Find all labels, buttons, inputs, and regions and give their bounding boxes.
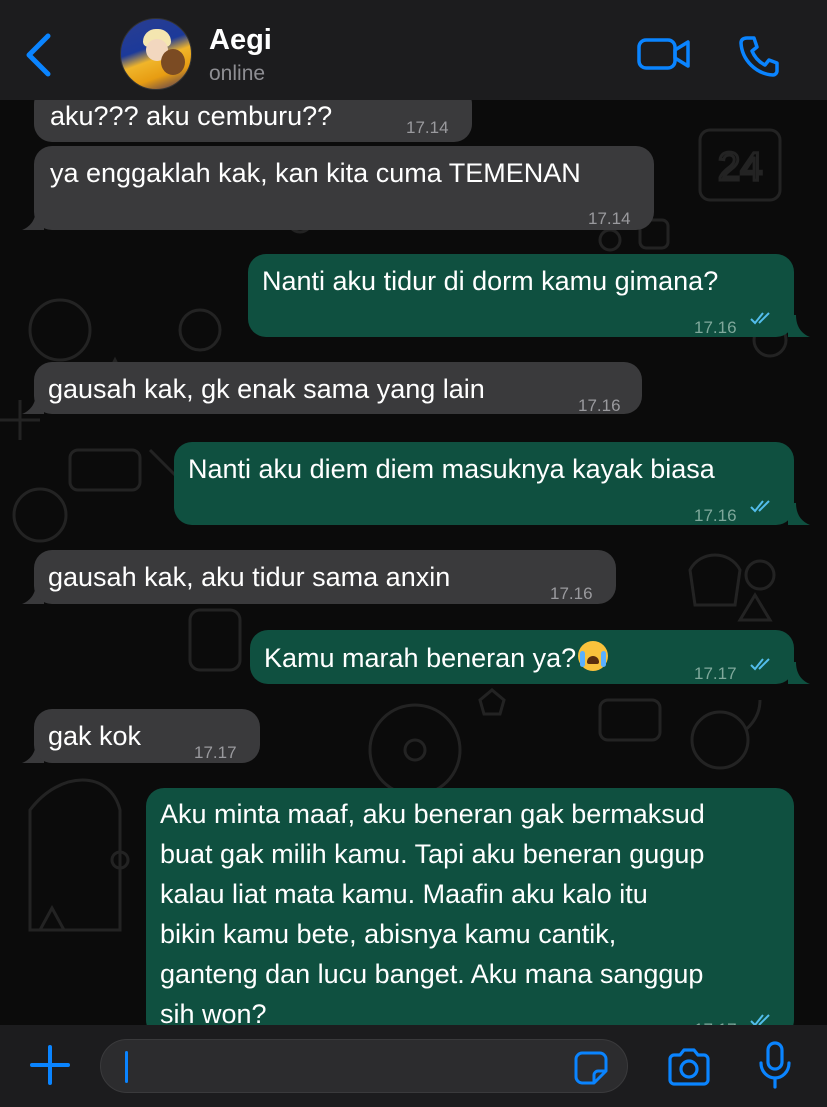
message-text-wrapper: Kamu marah beneran ya? (264, 638, 609, 678)
read-receipt-icon (750, 658, 770, 671)
message-line: ganteng dan lucu banget. Aku mana sanggu… (160, 959, 704, 989)
message-text: gausah kak, gk enak sama yang lain (48, 374, 485, 404)
message-time: 17.17 (194, 743, 237, 762)
video-camera-icon[interactable] (636, 34, 692, 74)
message-text: ya enggaklah kak, kan kita cuma TEMENAN (50, 158, 581, 188)
read-receipt-icon (750, 1014, 770, 1025)
message-bubble-outgoing[interactable]: Kamu marah beneran ya? 17.17 (250, 630, 794, 684)
message-text: Kamu marah beneran ya? (264, 643, 577, 673)
contact-status: online (209, 62, 266, 85)
text-caret (125, 1051, 128, 1083)
message-input[interactable] (100, 1039, 628, 1093)
camera-icon[interactable] (666, 1047, 712, 1087)
message-text: gausah kak, aku tidur sama anxin (48, 562, 451, 592)
message-line: Aku minta maaf, aku beneran gak bermaksu… (160, 799, 705, 829)
message-time: 17.17 (694, 664, 737, 683)
message-time: 17.14 (588, 209, 631, 228)
message-bubble-incoming[interactable]: aku??? aku cemburu?? 17.14 (34, 100, 472, 142)
message-text: Nanti aku diem diem masuknya kayak biasa (188, 454, 715, 484)
message-bubble-outgoing[interactable]: Nanti aku diem diem masuknya kayak biasa… (174, 442, 794, 525)
message-text: gak kok (48, 721, 142, 751)
message-line: bikin kamu bete, abisnya kamu cantik, (160, 919, 617, 949)
message-line: sih won? (160, 999, 267, 1025)
read-receipt-icon (750, 312, 770, 325)
message-bubble-outgoing[interactable]: Aku minta maaf, aku beneran gak bermaksu… (146, 788, 794, 1025)
sticker-icon[interactable] (574, 1051, 608, 1085)
message-composer (0, 1025, 827, 1107)
message-bubble-outgoing[interactable]: Nanti aku tidur di dorm kamu gimana? 17.… (248, 254, 794, 337)
message-time: 17.14 (406, 118, 449, 137)
message-bubble-incoming[interactable]: gausah kak, aku tidur sama anxin 17.16 (34, 550, 616, 604)
chat-area[interactable]: 24 aku??? aku cemburu?? 17.14 ya enggakl… (0, 100, 827, 1025)
message-line: kalau liat mata kamu. Maafin aku kalo it… (160, 879, 648, 909)
chat-header: Aegi online (0, 0, 827, 100)
contact-avatar[interactable] (120, 18, 192, 90)
plus-icon[interactable] (28, 1043, 72, 1087)
message-line: buat gak milih kamu. Tapi aku beneran gu… (160, 839, 705, 869)
contact-name[interactable]: Aegi (209, 24, 272, 57)
read-receipt-icon (750, 500, 770, 513)
loudly-crying-face-icon (578, 641, 609, 671)
phone-icon[interactable] (737, 34, 781, 78)
message-bubble-incoming[interactable]: ya enggaklah kak, kan kita cuma TEMENAN … (34, 146, 654, 230)
message-time: 17.16 (578, 396, 621, 415)
message-time: 17.16 (694, 318, 737, 337)
message-text-multiline: Aku minta maaf, aku beneran gak bermaksu… (160, 794, 705, 1025)
svg-text:24: 24 (718, 145, 763, 189)
message-time: 17.17 (694, 1010, 737, 1025)
message-text: Nanti aku tidur di dorm kamu gimana? (262, 266, 719, 296)
microphone-icon[interactable] (756, 1041, 794, 1091)
back-chevron-icon[interactable] (20, 30, 60, 80)
message-time: 17.16 (550, 584, 593, 603)
message-bubble-incoming[interactable]: gak kok 17.17 (34, 709, 260, 763)
message-time: 17.16 (694, 506, 737, 525)
message-text: aku??? aku cemburu?? (50, 101, 333, 131)
message-bubble-incoming[interactable]: gausah kak, gk enak sama yang lain 17.16 (34, 362, 642, 415)
